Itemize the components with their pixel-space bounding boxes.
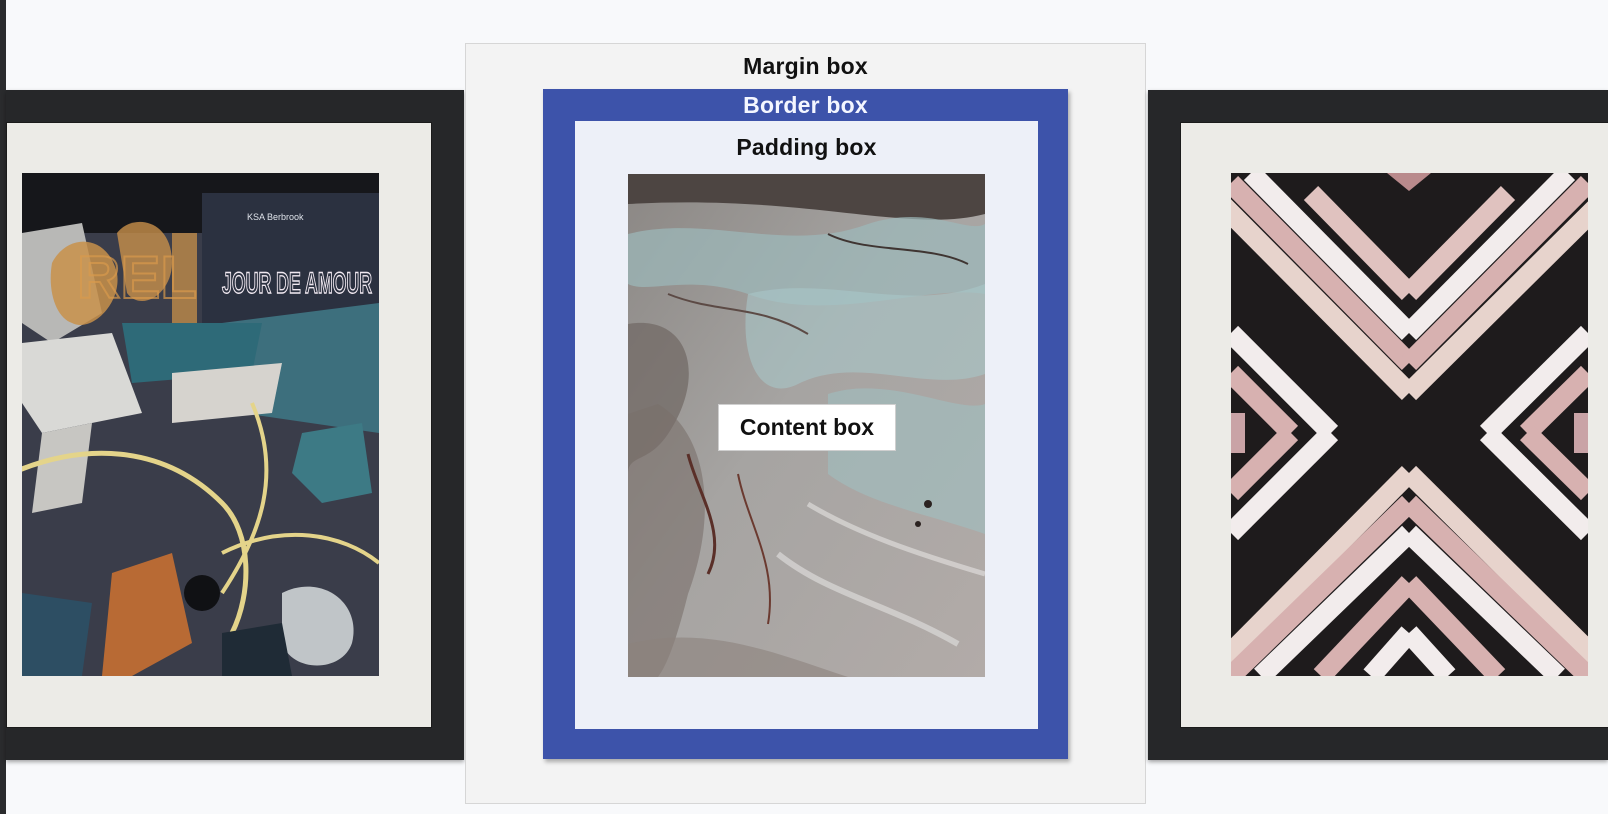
- poster-brand-text: KSA Berbrook: [247, 212, 304, 222]
- margin-box-label: Margin box: [743, 53, 868, 79]
- left-picture-frame: KSA Berbrook JOUR DE AMOUR REL: [6, 90, 464, 760]
- right-picture-frame: [1148, 90, 1608, 760]
- border-box: Border box Padding box Content box: [543, 89, 1068, 759]
- padding-box: Padding box Content box: [575, 121, 1038, 729]
- content-box: Content box: [628, 174, 985, 677]
- right-artwork-image: [1231, 173, 1588, 676]
- border-box-label: Border box: [743, 92, 868, 118]
- poster-title-text: JOUR DE AMOUR: [222, 267, 372, 300]
- content-box-label: Content box: [718, 404, 896, 451]
- graffiti-text: REL: [77, 244, 197, 311]
- padding-box-label: Padding box: [736, 134, 877, 160]
- left-artwork-image: KSA Berbrook JOUR DE AMOUR REL: [22, 173, 379, 676]
- margin-box: Margin box Border box Padding box Conten…: [465, 43, 1146, 804]
